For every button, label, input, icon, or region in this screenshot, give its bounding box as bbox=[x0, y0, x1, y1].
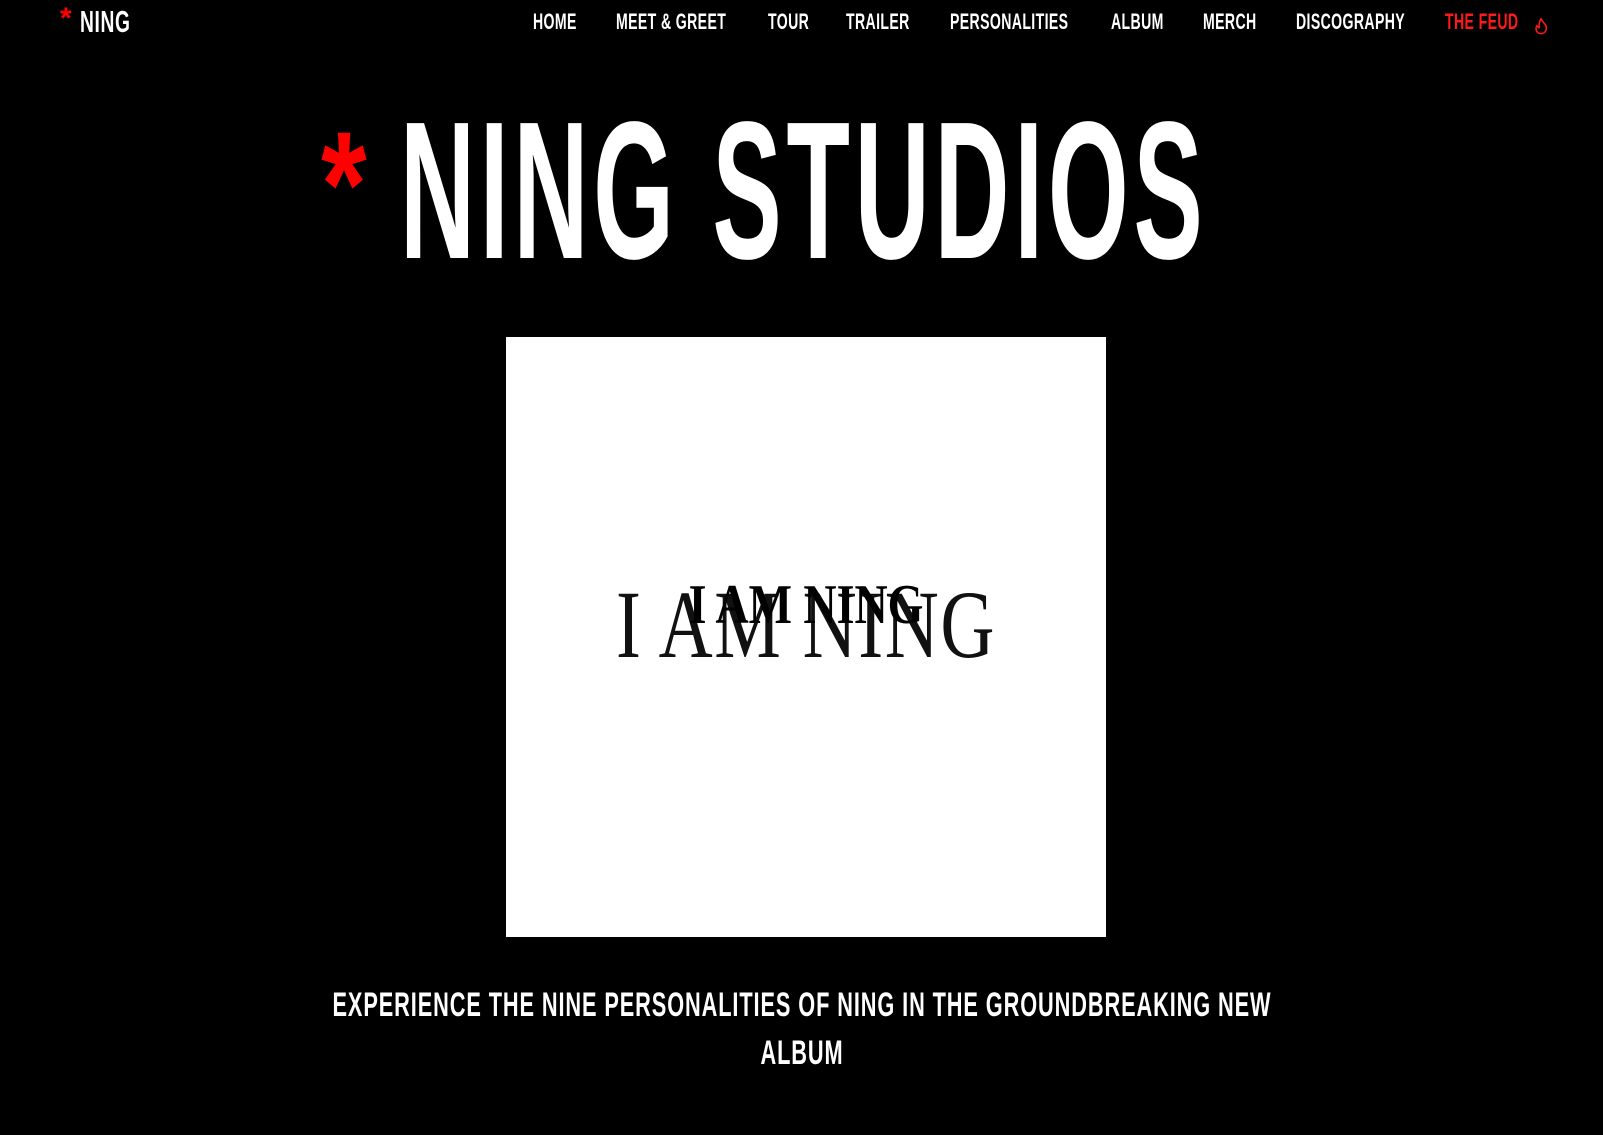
nav-the-feud-label: THE FEUD bbox=[1445, 9, 1519, 34]
album-cover-title: I AM NING bbox=[689, 574, 924, 636]
nav-tour-label: TOUR bbox=[768, 9, 810, 34]
nav-album-label: ALBUM bbox=[1111, 9, 1164, 34]
nav-the-feud[interactable]: THE FEUD bbox=[1445, 5, 1555, 39]
main-nav: HOME MEET & GREET TOUR TRAILER PERSONALI… bbox=[530, 0, 1553, 44]
site-logo[interactable]: * NING bbox=[60, 2, 161, 42]
nav-trailer-label: TRAILER bbox=[846, 9, 910, 34]
nav-merch[interactable]: MERCH bbox=[1203, 5, 1287, 39]
album-cover[interactable]: I AM NING I AM NING bbox=[506, 337, 1106, 937]
nav-personalities[interactable]: PERSONALITIES bbox=[950, 5, 1135, 39]
nav-home[interactable]: HOME bbox=[533, 5, 601, 39]
hero-title-text: NING STUDIOS bbox=[400, 81, 1208, 300]
flame-icon bbox=[1535, 17, 1548, 35]
nav-home-label: HOME bbox=[533, 9, 577, 34]
hero-heading: * NING STUDIOS bbox=[0, 93, 1603, 289]
hero-asterisk: * bbox=[321, 100, 367, 268]
nav-album[interactable]: ALBUM bbox=[1111, 5, 1193, 39]
tagline-line-2: ALBUM bbox=[759, 1034, 844, 1072]
nav-meet-and-greet[interactable]: MEET & GREET bbox=[616, 5, 788, 39]
nav-discography-label: DISCOGRAPHY bbox=[1296, 9, 1406, 34]
logo-asterisk: * bbox=[60, 2, 72, 35]
tagline-line-1: EXPERIENCE THE NINE PERSONALITIES OF NIN… bbox=[332, 986, 1271, 1024]
nav-trailer[interactable]: TRAILER bbox=[846, 5, 946, 39]
nav-meet-and-greet-label: MEET & GREET bbox=[616, 9, 727, 34]
nav-merch-label: MERCH bbox=[1203, 9, 1257, 34]
nav-personalities-label: PERSONALITIES bbox=[950, 9, 1069, 34]
album-cover-art: I AM NING I AM NING bbox=[616, 571, 994, 678]
nav-discography[interactable]: DISCOGRAPHY bbox=[1296, 5, 1466, 39]
album-tagline: EXPERIENCE THE NINE PERSONALITIES OF NIN… bbox=[0, 985, 1603, 1081]
nav-tour[interactable]: TOUR bbox=[768, 5, 832, 39]
logo-text: NING bbox=[79, 4, 131, 39]
